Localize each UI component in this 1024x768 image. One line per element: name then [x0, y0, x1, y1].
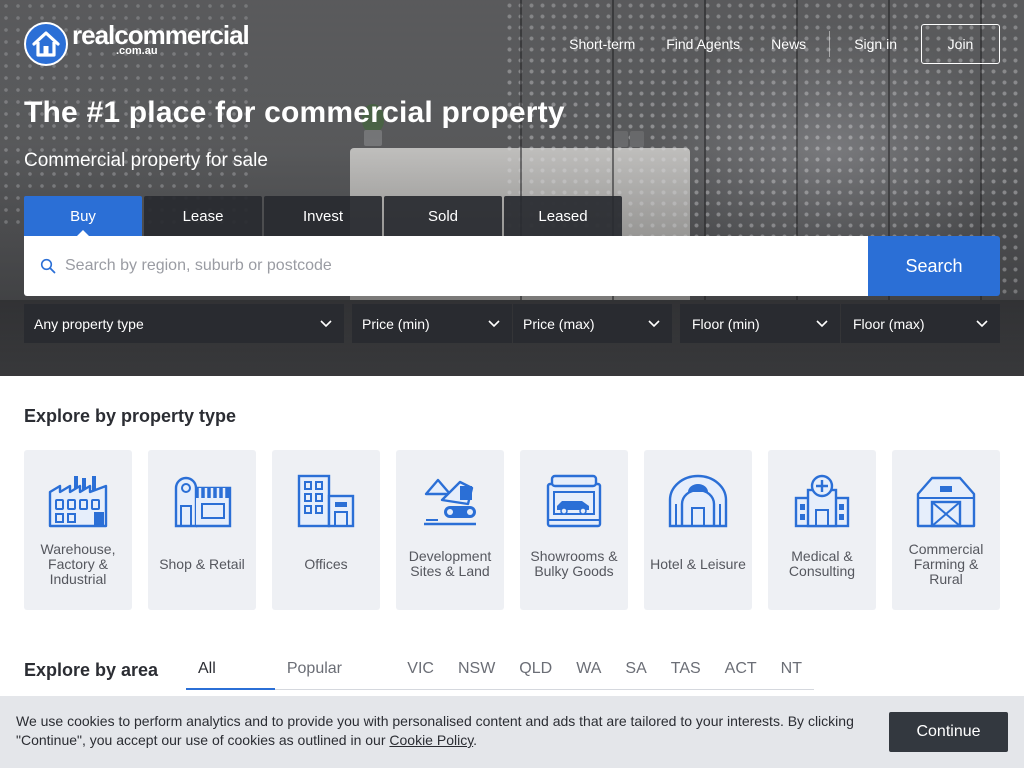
tile-label: Showrooms & Bulky Goods [530, 548, 618, 579]
area-tab-qld[interactable]: QLD [507, 650, 564, 690]
area-tab-tas[interactable]: TAS [659, 650, 713, 690]
logo-name: realcommercial [72, 20, 250, 50]
search-button[interactable]: Search [868, 236, 1000, 296]
area-tab-vic[interactable]: VIC [395, 650, 446, 690]
car-showroom-icon [546, 474, 602, 528]
tab-sold[interactable]: Sold [384, 196, 502, 236]
tile-development-land[interactable]: Development Sites & Land [396, 450, 504, 610]
floor-min-select[interactable]: Floor (min) [680, 304, 840, 343]
house-logo-icon [24, 22, 68, 66]
floor-max-select[interactable]: Floor (max) [841, 304, 1000, 343]
property-type-select[interactable]: Any property type [24, 304, 344, 343]
nav-link-news[interactable]: News [771, 36, 806, 52]
nav-divider [829, 31, 831, 57]
price-min-select[interactable]: Price (min) [352, 304, 512, 343]
search-bar [24, 236, 868, 296]
sign-in-link[interactable]: Sign in [854, 36, 897, 52]
chevron-down-icon [320, 320, 332, 328]
cookie-banner: We use cookies to perform analytics and … [0, 696, 1024, 768]
cookie-text-end: . [473, 732, 478, 748]
tile-label: Shop & Retail [159, 555, 245, 572]
tile-offices[interactable]: Offices [272, 450, 380, 610]
hotel-icon [668, 474, 728, 528]
tab-invest[interactable]: Invest [264, 196, 382, 236]
tab-lease[interactable]: Lease [144, 196, 262, 236]
area-tab-wa[interactable]: WA [564, 650, 613, 690]
hero-subtitle: Commercial property for sale [24, 150, 268, 171]
tile-medical-consulting[interactable]: Medical & Consulting [768, 450, 876, 610]
factory-icon [48, 476, 108, 528]
tile-label: Development Sites & Land [408, 548, 492, 579]
tile-label: Warehouse, Factory & Industrial [40, 540, 116, 587]
floor-max-value: Floor (max) [853, 315, 925, 332]
cookie-policy-link[interactable]: Cookie Policy [389, 732, 473, 748]
price-min-value: Price (min) [362, 315, 430, 332]
nav-link-find-agents[interactable]: Find Agents [666, 36, 740, 52]
tile-shop-retail[interactable]: Shop & Retail [148, 450, 256, 610]
property-type-tiles: Warehouse, Factory & Industrial Shop & R… [24, 450, 1000, 610]
excavator-icon [424, 478, 476, 526]
chevron-down-icon [816, 320, 828, 328]
floor-min-value: Floor (min) [692, 315, 760, 332]
area-tab-nsw[interactable]: NSW [446, 650, 507, 690]
office-building-icon [297, 474, 355, 528]
area-tab-act[interactable]: ACT [713, 650, 769, 690]
tile-label: Medical & Consulting [788, 548, 856, 579]
medical-building-icon [794, 474, 850, 528]
tab-leased[interactable]: Leased [504, 196, 622, 236]
search-channel-tabs: Buy Lease Invest Sold Leased [24, 196, 624, 236]
explore-type-title: Explore by property type [24, 406, 237, 426]
area-tab-sa[interactable]: SA [613, 650, 658, 690]
area-tab-popular-areas[interactable]: Popular Areas [275, 650, 395, 715]
site-logo[interactable]: realcommercial .com.au [24, 20, 250, 66]
explore-area-title: Explore by area [24, 660, 159, 680]
top-nav: Short-term Find Agents News Sign in Join [569, 24, 1000, 64]
cookie-continue-button[interactable]: Continue [889, 712, 1008, 752]
hero-title: The #1 place for commercial property [24, 96, 565, 129]
tile-farming-rural[interactable]: Commercial Farming & Rural [892, 450, 1000, 610]
price-max-select[interactable]: Price (max) [513, 304, 672, 343]
area-tabs: All States Popular Areas VIC NSW QLD WA … [186, 650, 814, 715]
shop-icon [174, 476, 232, 528]
area-tab-nt[interactable]: NT [769, 650, 814, 690]
join-button[interactable]: Join [921, 24, 1000, 64]
search-icon [40, 258, 56, 274]
tile-showrooms[interactable]: Showrooms & Bulky Goods [520, 450, 628, 610]
property-type-value: Any property type [34, 315, 144, 332]
tile-label: Offices [304, 555, 348, 572]
search-input[interactable] [65, 257, 855, 275]
chevron-down-icon [488, 320, 500, 328]
chevron-down-icon [648, 320, 660, 328]
logo-wordmark: realcommercial .com.au [72, 20, 250, 57]
tile-label: Commercial Farming & Rural [908, 540, 984, 587]
tab-buy[interactable]: Buy [24, 196, 142, 236]
tile-hotel-leisure[interactable]: Hotel & Leisure [644, 450, 752, 610]
nav-link-short-term[interactable]: Short-term [569, 36, 635, 52]
tile-label: Hotel & Leisure [650, 555, 746, 572]
barn-icon [916, 476, 976, 528]
tile-warehouse[interactable]: Warehouse, Factory & Industrial [24, 450, 132, 610]
price-max-value: Price (max) [523, 315, 595, 332]
chevron-down-icon [976, 320, 988, 328]
cookie-message: We use cookies to perform analytics and … [16, 712, 856, 750]
area-tab-all-states[interactable]: All States [186, 650, 275, 715]
